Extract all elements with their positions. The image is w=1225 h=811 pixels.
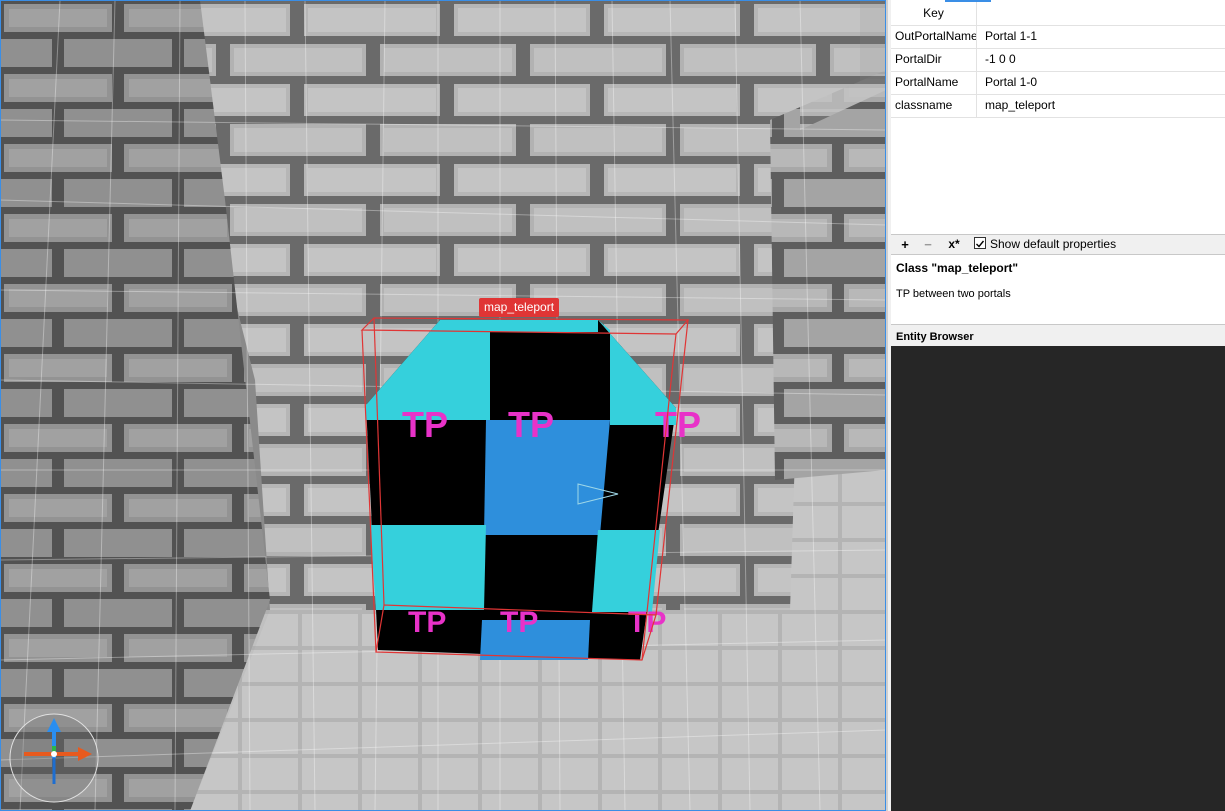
property-row[interactable]: OutPortalName Portal 1-1: [891, 25, 1225, 49]
selected-entity-label: map_teleport: [479, 298, 560, 317]
plus-icon[interactable]: +: [897, 235, 913, 254]
property-key[interactable]: classname: [891, 94, 977, 117]
property-value[interactable]: map_teleport: [985, 94, 1055, 117]
show-default-properties-label[interactable]: Show default properties: [990, 235, 1116, 254]
class-title: Class "map_teleport": [896, 261, 1019, 275]
property-value[interactable]: -1 0 0: [985, 48, 1016, 71]
key-column-header[interactable]: Key: [891, 2, 977, 25]
class-description: TP between two portals: [896, 288, 1011, 300]
show-default-properties-checkbox[interactable]: [974, 237, 986, 249]
tp-label: TP: [508, 404, 554, 445]
property-key[interactable]: PortalDir: [891, 48, 977, 71]
3d-viewport[interactable]: TP TP TP TP TP TP map_teleport: [0, 0, 886, 811]
property-value[interactable]: Portal 1-1: [985, 25, 1037, 48]
checkmark-icon: [976, 240, 985, 248]
tp-label: TP: [402, 404, 448, 445]
property-key[interactable]: PortalName: [891, 71, 977, 94]
properties-header: Key: [891, 2, 1225, 26]
entity-browser-list[interactable]: [891, 346, 1225, 811]
property-row[interactable]: PortalDir -1 0 0: [891, 48, 1225, 72]
minus-icon[interactable]: −: [920, 235, 936, 254]
entity-browser-title: Entity Browser: [891, 329, 1225, 346]
property-row[interactable]: PortalName Portal 1-0: [891, 71, 1225, 95]
scene-render[interactable]: TP TP TP TP TP TP: [0, 0, 886, 811]
class-info-panel: Class "map_teleport" TP between two port…: [891, 255, 1225, 325]
properties-toolbar: + − x* Show default properties: [891, 234, 1225, 255]
property-key[interactable]: OutPortalName: [891, 25, 977, 48]
property-row[interactable]: classname map_teleport: [891, 94, 1225, 118]
side-panel: Key OutPortalName Portal 1-1 PortalDir -…: [886, 0, 1225, 811]
clear-x-icon[interactable]: x*: [946, 235, 962, 254]
property-value[interactable]: Portal 1-0: [985, 71, 1037, 94]
tp-label: TP: [408, 606, 446, 639]
entity-properties-table[interactable]: Key OutPortalName Portal 1-1 PortalDir -…: [891, 0, 1225, 234]
axis-gizmo[interactable]: [8, 712, 100, 804]
